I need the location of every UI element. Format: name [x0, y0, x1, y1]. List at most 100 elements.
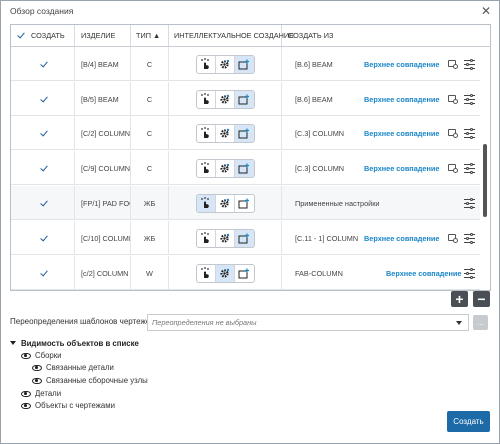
create-button[interactable]: Создать	[447, 411, 490, 432]
template-override-select[interactable]: Переопределения не выбраны	[147, 314, 469, 331]
touch-create-icon[interactable]	[197, 90, 216, 108]
settings-gear-icon[interactable]	[216, 90, 235, 108]
row-part: [B/4] BEAM	[75, 47, 131, 81]
row-create-cell	[11, 256, 75, 290]
row-checkbox[interactable]	[40, 234, 49, 243]
intelligent-create-toggle[interactable]	[195, 54, 255, 74]
top-match-link[interactable]: Верхнее совпадение	[364, 95, 439, 104]
visibility-item[interactable]: Объекты с чертежами	[21, 401, 115, 410]
touch-create-icon[interactable]	[197, 159, 216, 177]
drawing-add-icon[interactable]	[234, 229, 254, 247]
sliders-settings-icon[interactable]	[464, 94, 475, 105]
table-row[interactable]: [C/10] COLUMN ЖБ [C.11 - 1] COLUMN Верхн…	[11, 221, 480, 255]
sliders-settings-icon[interactable]	[464, 268, 475, 279]
drawing-preview-icon[interactable]	[448, 164, 458, 173]
creation-grid: СОЗДАТЬ ИЗДЕЛИЕ ТИП ▲ ИНТЕЛЛЕКТУАЛЬНОЕ С…	[10, 24, 491, 291]
settings-gear-icon[interactable]	[216, 194, 235, 212]
grid-scrollbar[interactable]	[480, 47, 490, 290]
sliders-settings-icon[interactable]	[464, 233, 475, 244]
intelligent-create-toggle[interactable]	[195, 158, 255, 178]
drawing-add-icon[interactable]	[234, 55, 254, 73]
eye-icon[interactable]	[21, 352, 31, 359]
scrollbar-thumb[interactable]	[483, 144, 487, 217]
row-checkbox[interactable]	[40, 60, 49, 69]
row-create-from[interactable]: Примененные настройки	[282, 186, 480, 220]
header-create-from[interactable]: СОЗДАТЬ ИЗ	[282, 25, 490, 46]
window-title: Обзор создания	[10, 6, 74, 16]
settings-gear-icon[interactable]	[215, 264, 235, 282]
drawing-preview-icon[interactable]	[448, 60, 458, 69]
close-icon[interactable]: ✕	[479, 4, 493, 18]
sliders-settings-icon[interactable]	[464, 59, 475, 70]
top-match-link[interactable]: Верхнее совпадение	[364, 60, 439, 69]
row-checkbox[interactable]	[40, 199, 49, 208]
top-match-link[interactable]: Верхнее совпадение	[364, 164, 439, 173]
header-intelligent[interactable]: ИНТЕЛЛЕКТУАЛЬНОЕ СОЗДАНИЕ	[169, 25, 294, 46]
intelligent-create-toggle[interactable]	[195, 89, 255, 109]
row-checkbox[interactable]	[40, 269, 49, 278]
add-row-button[interactable]: +	[451, 291, 468, 307]
table-row[interactable]: [c/2] COLUMN W FAB-COLUMN Верхнее совпад…	[11, 256, 480, 290]
row-type: C	[131, 47, 169, 81]
table-row[interactable]: [C/9] COLUMN C [C.3] COLUMN Верхнее совп…	[11, 151, 480, 185]
drawing-preview-icon[interactable]	[448, 95, 458, 104]
eye-icon[interactable]	[32, 377, 42, 384]
visibility-section-toggle[interactable]: Видимость объектов в списке	[10, 339, 139, 348]
drawing-add-icon[interactable]	[234, 159, 254, 177]
intelligent-create-toggle[interactable]	[195, 123, 255, 143]
drawing-add-icon[interactable]	[234, 124, 254, 142]
row-checkbox[interactable]	[40, 164, 49, 173]
row-create-cell	[11, 151, 75, 185]
settings-gear-icon[interactable]	[216, 229, 235, 247]
visibility-item[interactable]: Сборки	[21, 351, 62, 360]
visibility-item[interactable]: Детали	[21, 389, 61, 398]
eye-icon[interactable]	[21, 390, 31, 397]
header-create[interactable]: СОЗДАТЬ	[11, 25, 75, 46]
top-match-link[interactable]: Верхнее совпадение	[364, 129, 439, 138]
touch-create-icon[interactable]	[197, 229, 216, 247]
touch-create-icon[interactable]	[197, 124, 216, 142]
table-row[interactable]: [B/5] BEAM C [B.6] BEAM Верхнее совпаден…	[11, 82, 480, 116]
grid-header: СОЗДАТЬ ИЗДЕЛИЕ ТИП ▲ ИНТЕЛЛЕКТУАЛЬНОЕ С…	[11, 25, 490, 47]
sliders-settings-icon[interactable]	[464, 198, 475, 209]
sliders-settings-icon[interactable]	[464, 163, 475, 174]
drawing-preview-icon[interactable]	[448, 234, 458, 243]
visibility-item-label: Объекты с чертежами	[35, 401, 115, 410]
touch-create-icon[interactable]	[197, 55, 216, 73]
settings-gear-icon[interactable]	[216, 159, 235, 177]
drawing-add-icon[interactable]	[235, 265, 254, 282]
header-create-label: СОЗДАТЬ	[31, 31, 65, 40]
touch-create-icon[interactable]	[197, 264, 216, 282]
settings-gear-icon[interactable]	[216, 55, 235, 73]
eye-icon[interactable]	[32, 364, 42, 371]
select-all-checkbox[interactable]	[17, 31, 26, 40]
visibility-item[interactable]: Связанные детали	[32, 363, 114, 372]
drawing-add-icon[interactable]	[235, 195, 254, 212]
table-row[interactable]: [B/4] BEAM C [B.6] BEAM Верхнее совпаден…	[11, 47, 480, 81]
intelligent-create-toggle[interactable]	[195, 263, 255, 283]
template-override-more-button[interactable]: ...	[473, 315, 488, 330]
drawing-preview-icon[interactable]	[448, 129, 458, 138]
row-part: [C/2] COLUMN	[75, 116, 131, 150]
visibility-item[interactable]: Связанные сборочные узлы	[32, 376, 148, 385]
row-checkbox[interactable]	[40, 129, 49, 138]
top-match-link[interactable]: Верхнее совпадение	[364, 234, 439, 243]
header-type[interactable]: ТИП ▲	[131, 25, 169, 46]
row-intelligent-create	[169, 47, 282, 81]
remove-row-button[interactable]: −	[473, 291, 490, 307]
touch-create-icon[interactable]	[196, 194, 216, 212]
drawing-add-icon[interactable]	[234, 90, 254, 108]
intelligent-create-toggle[interactable]	[195, 228, 255, 248]
visibility-item-label: Сборки	[35, 351, 62, 360]
intelligent-create-toggle[interactable]	[195, 193, 255, 213]
header-part[interactable]: ИЗДЕЛИЕ	[75, 25, 131, 46]
settings-gear-icon[interactable]	[216, 124, 235, 142]
table-row[interactable]: [FP/1] PAD FOO ЖБ Примененные настройки	[11, 186, 480, 220]
table-row[interactable]: [C/2] COLUMN C [C.3] COLUMN Верхнее совп…	[11, 116, 480, 150]
eye-icon[interactable]	[21, 402, 31, 409]
sliders-settings-icon[interactable]	[464, 128, 475, 139]
row-checkbox[interactable]	[40, 95, 49, 104]
top-match-link[interactable]: Верхнее совпадение	[386, 269, 461, 278]
row-type: W	[131, 256, 169, 290]
row-type: C	[131, 82, 169, 116]
